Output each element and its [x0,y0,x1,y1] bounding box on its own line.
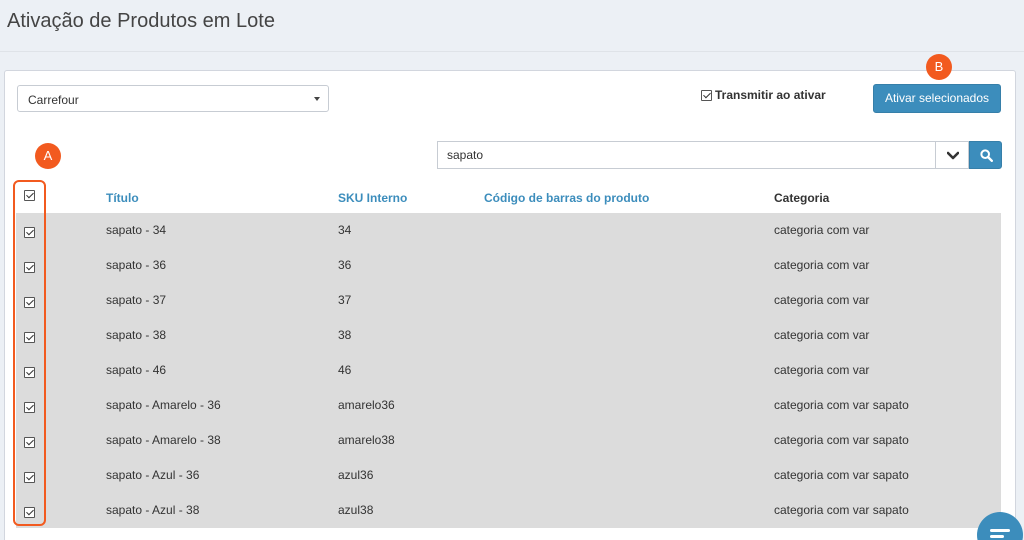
row-select-checkbox-wrap [24,225,35,243]
transmit-on-activate-toggle[interactable]: Transmitir ao ativar [701,88,826,102]
row-select-checkbox[interactable] [24,507,35,518]
table-row[interactable]: sapato - Azul - 38 azul38 categoria com va… [16,493,1001,528]
table-row[interactable]: sapato - 37 37 categoria com var [16,283,1001,318]
row-select-checkbox-wrap [24,470,35,488]
cell-sku: 36 [338,258,352,272]
annotation-marker-a: A [35,143,61,169]
cell-title: sapato - Azul - 36 [106,468,200,482]
row-select-checkbox-wrap [24,295,35,313]
cell-category: categoria com var sapato [774,433,909,447]
column-header-sku[interactable]: SKU Interno [338,191,407,205]
row-select-checkbox-wrap [24,505,35,523]
search-bar [437,141,1002,169]
row-select-checkbox[interactable] [24,472,35,483]
cell-title: sapato - Azul - 38 [106,503,200,517]
table-header: Título SKU Interno Código de barras do p… [16,181,1001,213]
store-select-value: Carrefour [28,93,79,107]
transmit-checkbox[interactable] [701,89,712,101]
cell-sku: 37 [338,293,352,307]
row-select-checkbox[interactable] [24,367,35,378]
page-header: Ativação de Produtos em Lote [0,0,1024,52]
row-select-checkbox[interactable] [24,297,35,308]
cell-title: sapato - 38 [106,328,167,342]
cell-sku: amarelo36 [338,398,395,412]
activate-selected-button[interactable]: Ativar selecionados [873,84,1001,113]
store-select[interactable]: Carrefour [17,85,329,112]
caret-down-icon [314,97,320,101]
chat-icon [990,529,1010,532]
search-button[interactable] [969,141,1002,169]
cell-title: sapato - Amarelo - 38 [106,433,221,447]
search-input[interactable] [437,141,935,169]
cell-category: categoria com var sapato [774,468,909,482]
cell-category: categoria com var [774,328,870,342]
table-row[interactable]: sapato - 36 36 categoria com var [16,248,1001,283]
cell-sku: amarelo38 [338,433,395,447]
table-row[interactable]: sapato - Amarelo - 36 amarelo36 categoria … [16,388,1001,423]
row-select-checkbox[interactable] [24,402,35,413]
row-select-checkbox-wrap [24,365,35,383]
table-body: sapato - 34 34 categoria com var sapato - 3… [16,213,1001,528]
cell-sku: 38 [338,328,352,342]
cell-title: sapato - 46 [106,363,167,377]
transmit-label: Transmitir ao ativar [715,88,826,102]
cell-category: categoria com var sapato [774,503,909,517]
page-title: Ativação de Produtos em Lote [7,10,275,32]
row-select-checkbox[interactable] [24,227,35,238]
row-select-checkbox[interactable] [24,437,35,448]
table-row[interactable]: sapato - Amarelo - 38 amarelo38 categoria … [16,423,1001,458]
row-select-checkbox[interactable] [24,262,35,273]
row-select-checkbox-wrap [24,400,35,418]
cell-title: sapato - 36 [106,258,167,272]
table-row[interactable]: sapato - 38 38 categoria com var [16,318,1001,353]
cell-category: categoria com var sapato [774,398,909,412]
cell-category: categoria com var [774,223,870,237]
chat-icon-line [990,535,1004,538]
chevron-down-icon [947,151,959,160]
search-icon [980,149,993,162]
cell-sku: 46 [338,363,352,377]
column-header-barcode[interactable]: Código de barras do produto [484,191,649,205]
table-row[interactable]: sapato - 46 46 categoria com var [16,353,1001,388]
cell-category: categoria com var [774,363,870,377]
column-header-title[interactable]: Título [106,191,139,205]
select-all-checkbox[interactable] [24,190,35,201]
table-row[interactable]: sapato - 34 34 categoria com var [16,213,1001,248]
search-options-dropdown[interactable] [935,141,969,169]
cell-sku: 34 [338,223,352,237]
row-select-checkbox-wrap [24,260,35,278]
cell-sku: azul36 [338,468,374,482]
row-select-checkbox[interactable] [24,332,35,343]
cell-category: categoria com var [774,293,870,307]
table-row[interactable]: sapato - Azul - 36 azul36 categoria com va… [16,458,1001,493]
annotation-marker-b: B [926,54,952,80]
cell-category: categoria com var [774,258,870,272]
cell-sku: azul38 [338,503,374,517]
column-header-category: Categoria [774,191,830,205]
row-select-checkbox-wrap [24,330,35,348]
products-table: Título SKU Interno Código de barras do p… [16,181,1001,528]
row-select-checkbox-wrap [24,435,35,453]
cell-title: sapato - 37 [106,293,167,307]
cell-title: sapato - Amarelo - 36 [106,398,221,412]
cell-title: sapato - 34 [106,223,167,237]
